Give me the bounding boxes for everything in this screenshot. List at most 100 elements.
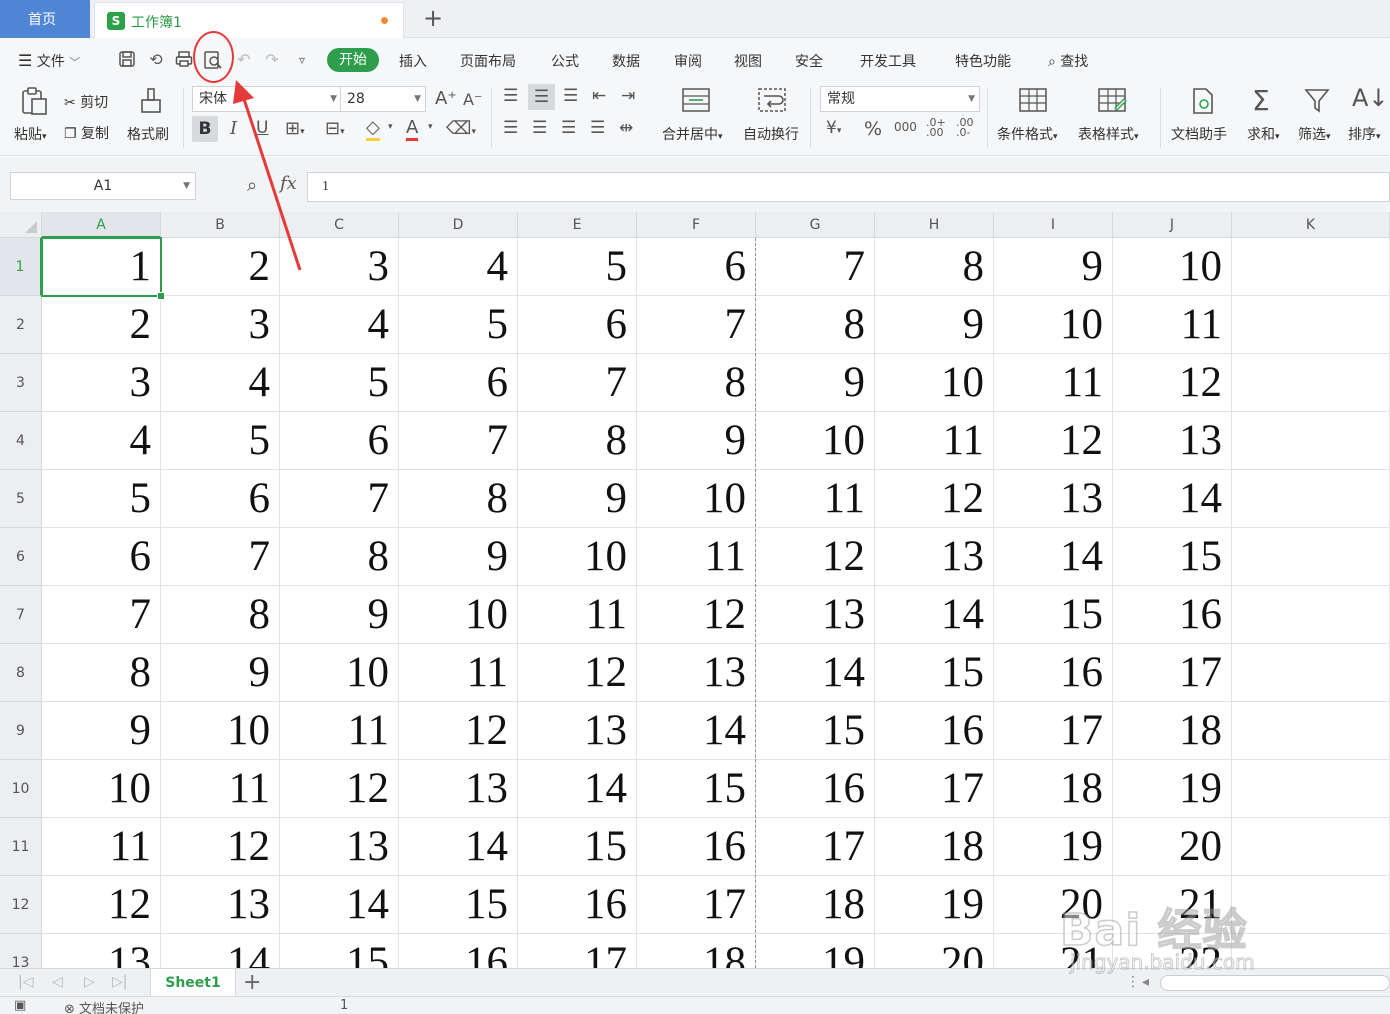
cell[interactable] — [1232, 354, 1390, 412]
cell[interactable]: 5 — [280, 354, 399, 412]
cell[interactable]: 13 — [280, 818, 399, 876]
eraser-icon[interactable]: ⌫▾ — [446, 118, 476, 139]
cell[interactable] — [1232, 470, 1390, 528]
cell[interactable]: 8 — [42, 644, 161, 702]
cell[interactable]: 15 — [994, 586, 1113, 644]
row-header[interactable]: 13 — [0, 934, 42, 968]
decrease-decimal-icon[interactable]: .00.0- — [956, 117, 974, 138]
row-header[interactable]: 2 — [0, 296, 42, 354]
cell[interactable]: 15 — [637, 760, 756, 818]
first-sheet-icon[interactable]: |◁ — [18, 974, 33, 990]
cell[interactable]: 18 — [875, 818, 994, 876]
cell[interactable]: 12 — [756, 528, 875, 586]
cell[interactable]: 7 — [637, 296, 756, 354]
format-painter-icon[interactable] — [136, 86, 166, 116]
cell[interactable]: 10 — [399, 586, 518, 644]
format-painter-button[interactable]: 格式刷 — [127, 124, 169, 144]
cell[interactable]: 14 — [518, 760, 637, 818]
last-sheet-icon[interactable]: ▷| — [112, 974, 127, 990]
column-header[interactable]: K — [1232, 212, 1390, 238]
caret-icon[interactable]: ▾ — [428, 122, 433, 132]
cell[interactable] — [1232, 238, 1390, 296]
cell[interactable]: 12 — [280, 760, 399, 818]
zoom-icon[interactable]: ⌕ — [247, 175, 257, 196]
doc-assistant-icon[interactable] — [1188, 86, 1218, 116]
cell[interactable]: 9 — [42, 702, 161, 760]
cell[interactable]: 2 — [42, 296, 161, 354]
row-header[interactable]: 9 — [0, 702, 42, 760]
select-all-corner[interactable] — [0, 212, 42, 238]
redo-icon[interactable]: ↷ — [262, 50, 282, 70]
cell[interactable]: 20 — [994, 876, 1113, 934]
cell[interactable]: 12 — [1113, 354, 1232, 412]
cell[interactable]: 10 — [1113, 238, 1232, 296]
cell[interactable]: 16 — [756, 760, 875, 818]
decrease-indent-icon[interactable]: ⇤ — [592, 86, 606, 106]
cell[interactable]: 1 — [42, 238, 161, 296]
cell[interactable]: 18 — [637, 934, 756, 968]
cell[interactable]: 9 — [875, 296, 994, 354]
cell[interactable]: 14 — [756, 644, 875, 702]
cell[interactable]: 6 — [399, 354, 518, 412]
cell[interactable]: 7 — [161, 528, 280, 586]
column-header[interactable]: B — [161, 212, 280, 238]
scroll-left-icon[interactable]: ◂ — [1142, 974, 1149, 990]
cell[interactable] — [1232, 296, 1390, 354]
undo-history-icon[interactable]: ⟲ — [146, 50, 166, 70]
menu-features[interactable]: 特色功能 — [955, 51, 1011, 71]
cell[interactable]: 14 — [994, 528, 1113, 586]
cell[interactable]: 13 — [1113, 412, 1232, 470]
cell[interactable]: 8 — [875, 238, 994, 296]
cell[interactable] — [1232, 644, 1390, 702]
cell[interactable]: 14 — [399, 818, 518, 876]
cell[interactable]: 10 — [161, 702, 280, 760]
cell[interactable]: 4 — [42, 412, 161, 470]
cell[interactable]: 13 — [161, 876, 280, 934]
cell[interactable]: 9 — [637, 412, 756, 470]
cell[interactable]: 11 — [756, 470, 875, 528]
cell[interactable]: 7 — [518, 354, 637, 412]
cell[interactable]: 13 — [637, 644, 756, 702]
sort-icon[interactable]: A↓ — [1352, 84, 1389, 112]
cell[interactable]: 19 — [1113, 760, 1232, 818]
conditional-format-icon[interactable] — [1018, 86, 1048, 116]
cell[interactable]: 15 — [518, 818, 637, 876]
cell[interactable]: 12 — [994, 412, 1113, 470]
decrease-font-icon[interactable]: A⁻ — [463, 90, 482, 109]
undo-icon[interactable]: ↶ — [234, 50, 254, 70]
doc-assistant-button[interactable]: 文档助手 — [1171, 124, 1227, 144]
cell[interactable]: 13 — [42, 934, 161, 968]
cell[interactable]: 6 — [518, 296, 637, 354]
cell[interactable]: 4 — [399, 238, 518, 296]
cell[interactable]: 5 — [399, 296, 518, 354]
menu-view[interactable]: 视图 — [734, 51, 762, 71]
cell[interactable]: 10 — [994, 296, 1113, 354]
prev-sheet-icon[interactable]: ◁ — [52, 974, 63, 990]
cell[interactable]: 15 — [280, 934, 399, 968]
cell[interactable]: 9 — [399, 528, 518, 586]
currency-icon[interactable]: ¥▾ — [826, 118, 841, 138]
cell[interactable]: 7 — [280, 470, 399, 528]
align-top-icon[interactable]: ☰ — [503, 86, 518, 106]
caret-icon[interactable]: ▾ — [388, 122, 393, 132]
border-icon[interactable]: ⊞▾ — [285, 118, 305, 139]
cell[interactable] — [1232, 876, 1390, 934]
row-header[interactable]: 11 — [0, 818, 42, 876]
cell[interactable]: 10 — [756, 412, 875, 470]
column-header[interactable]: I — [994, 212, 1113, 238]
cell[interactable]: 15 — [756, 702, 875, 760]
conditional-format-button[interactable]: 条件格式▾ — [997, 124, 1058, 144]
cell[interactable]: 10 — [280, 644, 399, 702]
cell[interactable]: 22 — [1113, 934, 1232, 968]
sum-icon[interactable]: Σ — [1252, 84, 1270, 117]
cut-button[interactable]: ✂ 剪切 — [64, 92, 108, 112]
align-left-icon[interactable]: ☰ — [503, 118, 518, 138]
cell[interactable]: 15 — [1113, 528, 1232, 586]
paste-button[interactable]: 粘贴▾ — [14, 124, 47, 144]
bold-button[interactable]: B — [192, 116, 218, 142]
name-box[interactable]: A1 ▼ — [10, 172, 196, 200]
column-header[interactable]: H — [875, 212, 994, 238]
row-header[interactable]: 6 — [0, 528, 42, 586]
paste-icon[interactable] — [18, 86, 50, 116]
underline-icon[interactable]: U — [256, 118, 268, 138]
